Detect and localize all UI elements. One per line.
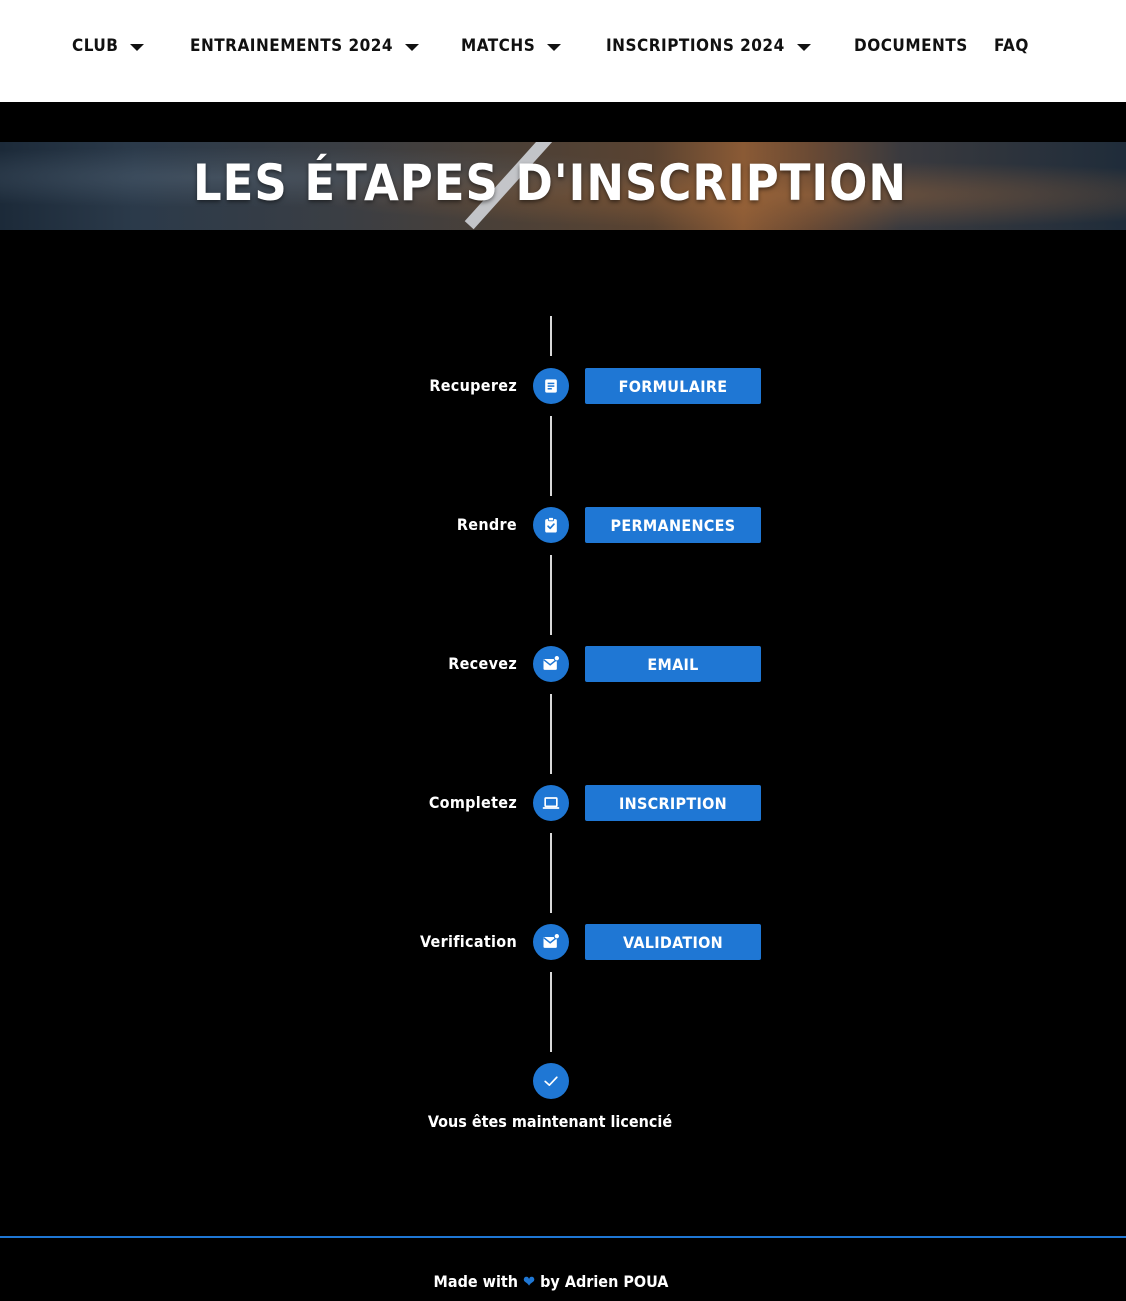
clipboard-check-icon	[533, 507, 569, 543]
timeline-line	[550, 416, 552, 496]
nav-entrainements-label: ENTRAINEMENTS 2024	[190, 36, 394, 56]
inscription-button[interactable]: INSCRIPTION	[585, 785, 761, 821]
nav-inscriptions[interactable]: INSCRIPTIONS 2024	[606, 32, 811, 60]
step-label-completez: Completez	[428, 793, 517, 812]
permanences-button[interactable]: PERMANENCES	[585, 507, 761, 543]
final-status-text: Vous êtes maintenant licencié	[427, 1112, 673, 1131]
step-label-recuperez: Recuperez	[429, 376, 517, 395]
timeline-line	[550, 972, 552, 1052]
laptop-icon	[533, 785, 569, 821]
footer-credit: Made with ❤ by Adrien POUA	[0, 1272, 1102, 1291]
timeline-line	[550, 316, 552, 356]
footer: Made with ❤ by Adrien POUA	[0, 1236, 1126, 1301]
nav-inscriptions-label: INSCRIPTIONS 2024	[606, 36, 785, 56]
footer-made-with: Made with	[433, 1272, 519, 1291]
nav-documents[interactable]: DOCUMENTS	[854, 32, 968, 60]
step-label-verification: Verification	[419, 932, 517, 951]
nav-faq[interactable]: FAQ	[994, 32, 1029, 60]
nav-matchs-label: MATCHS	[461, 36, 536, 56]
nav-matchs[interactable]: MATCHS	[461, 32, 562, 60]
nav-documents-label: DOCUMENTS	[854, 36, 968, 56]
document-icon	[533, 368, 569, 404]
step-label-rendre: Rendre	[456, 515, 517, 534]
nav-club-label: CLUB	[72, 36, 119, 56]
timeline-line	[550, 694, 552, 774]
caret-down-icon	[130, 43, 145, 51]
hero-banner: LES ÉTAPES D'INSCRIPTION	[0, 142, 1126, 230]
validation-button[interactable]: VALIDATION	[585, 924, 761, 960]
step-label-recevez: Recevez	[448, 654, 517, 673]
nav-entrainements[interactable]: ENTRAINEMENTS 2024	[190, 32, 420, 60]
formulaire-button[interactable]: FORMULAIRE	[585, 368, 761, 404]
mail-notification-icon	[533, 924, 569, 960]
page-title: LES ÉTAPES D'INSCRIPTION	[192, 154, 908, 212]
email-button[interactable]: EMAIL	[585, 646, 761, 682]
mail-notification-icon	[533, 646, 569, 682]
caret-down-icon	[405, 43, 420, 51]
heart-icon: ❤	[523, 1272, 536, 1291]
timeline-line	[550, 555, 552, 635]
nav-faq-label: FAQ	[994, 36, 1029, 56]
nav-club[interactable]: CLUB	[72, 32, 145, 60]
check-icon	[533, 1063, 569, 1099]
top-navigation: CLUB ENTRAINEMENTS 2024 MATCHS INSCRIPTI…	[0, 0, 1126, 102]
timeline-line	[550, 833, 552, 913]
caret-down-icon	[547, 43, 562, 51]
footer-author: by Adrien POUA	[540, 1272, 669, 1291]
caret-down-icon	[796, 43, 811, 51]
